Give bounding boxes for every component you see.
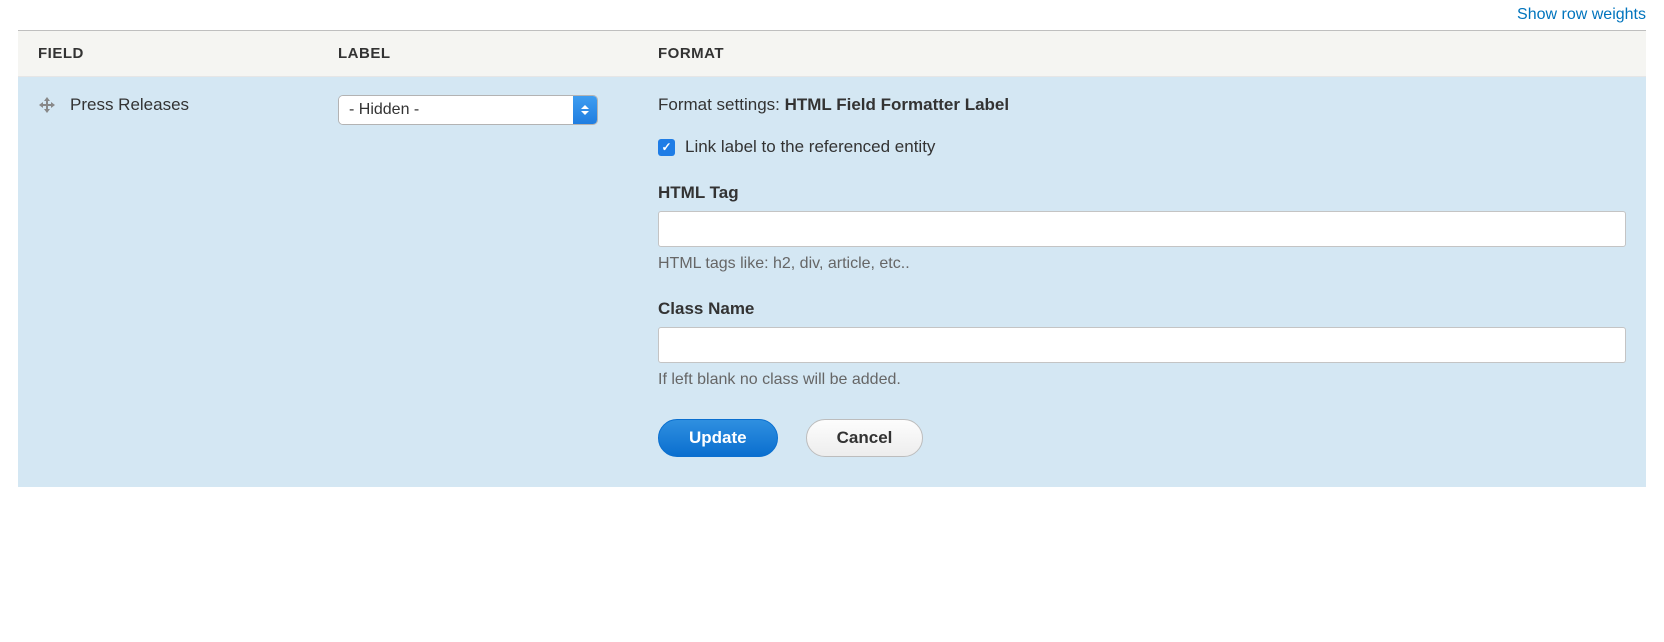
checkbox-checked-icon[interactable]: ✓ [658,139,675,156]
update-button[interactable]: Update [658,419,778,457]
format-settings-label: Format settings: HTML Field Formatter La… [658,95,1626,115]
show-row-weights-link[interactable]: Show row weights [1517,6,1646,23]
class-name-label: Class Name [658,299,1626,319]
cell-field: Press Releases [18,77,318,488]
field-display-table: FIELD LABEL FORMAT [18,30,1646,487]
header-field: FIELD [18,31,318,77]
class-name-field: Class Name If left blank no class will b… [658,299,1626,389]
drag-handle-icon[interactable] [38,96,56,114]
link-label-checkbox-row: ✓ Link label to the referenced entity [658,137,1626,157]
chevron-updown-icon [573,96,597,124]
form-actions: Update Cancel [658,419,1626,457]
field-name: Press Releases [70,95,189,115]
html-tag-description: HTML tags like: h2, div, article, etc.. [658,255,1626,273]
class-name-description: If left blank no class will be added. [658,371,1626,389]
header-label: LABEL [318,31,638,77]
label-select[interactable]: - Hidden - [338,95,598,125]
cancel-button[interactable]: Cancel [806,419,924,457]
table-row: Press Releases - Hidden - Format setting… [18,77,1646,488]
html-tag-field: HTML Tag HTML tags like: h2, div, articl… [658,183,1626,273]
html-tag-input[interactable] [658,211,1626,247]
cell-format: Format settings: HTML Field Formatter La… [638,77,1646,488]
table-header-row: FIELD LABEL FORMAT [18,31,1646,77]
cell-label: - Hidden - [318,77,638,488]
header-format: FORMAT [638,31,1646,77]
class-name-input[interactable] [658,327,1626,363]
top-actions: Show row weights [18,0,1646,30]
link-label-text: Link label to the referenced entity [685,137,935,157]
label-select-value: - Hidden - [339,96,573,124]
html-tag-label: HTML Tag [658,183,1626,203]
